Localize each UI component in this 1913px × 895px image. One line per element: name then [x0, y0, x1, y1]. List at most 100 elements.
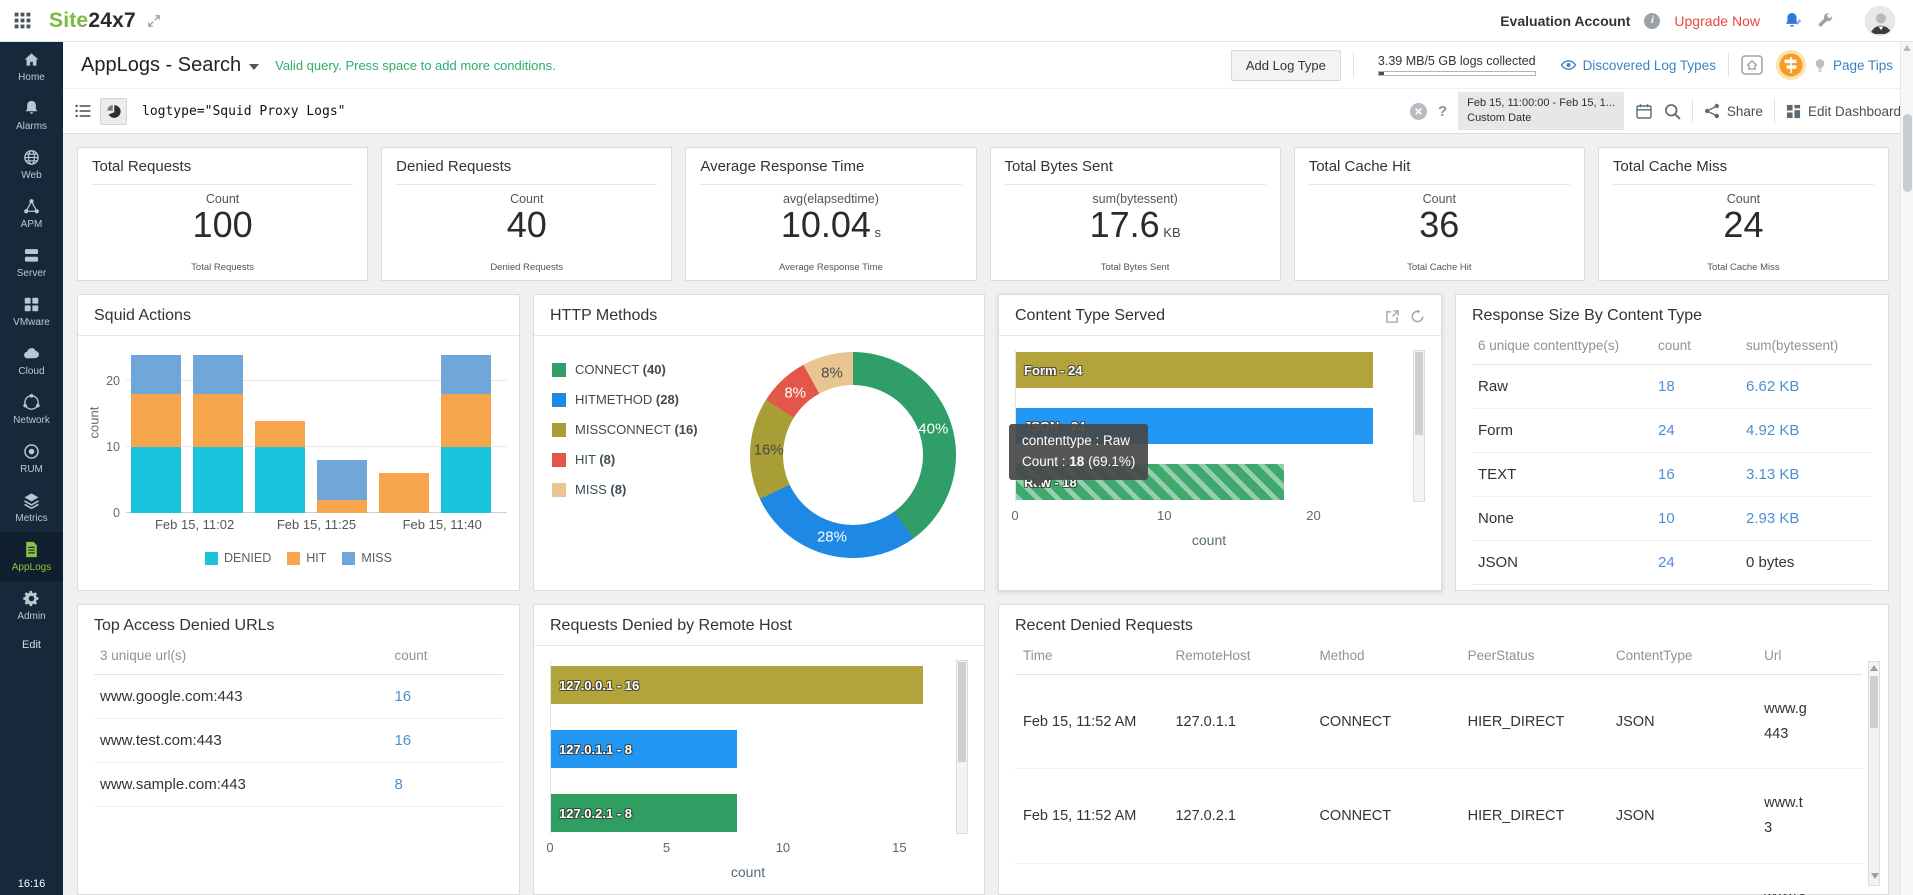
cell-link[interactable]: 8	[388, 763, 503, 807]
squid-actions-chart[interactable]: count01020	[84, 348, 507, 513]
hbar-2[interactable]: 127.0.1.1 - 8	[551, 730, 737, 768]
cell-link[interactable]: 18	[1652, 365, 1740, 409]
table-row[interactable]: Raw186.62 KB	[1472, 365, 1872, 409]
legend-item-hit[interactable]: HIT	[287, 551, 326, 565]
sidebar-item-alarms[interactable]: Alarms	[0, 91, 63, 140]
page-tips-link[interactable]: Page Tips	[1775, 49, 1893, 81]
cell-link[interactable]: 16	[1652, 453, 1740, 497]
app-launcher-icon[interactable]	[14, 12, 31, 29]
table-row[interactable]: www.test.com:44316	[94, 719, 503, 763]
legend-item-hit[interactable]: HIT (8)	[552, 452, 732, 467]
sidebar-item-home[interactable]: Home	[0, 42, 63, 91]
page-scrollbar[interactable]	[1900, 42, 1913, 895]
cell-link[interactable]: 10	[1652, 497, 1740, 541]
page-title-dropdown[interactable]: AppLogs - Search	[81, 54, 259, 77]
table-row[interactable]: JSON240 bytes	[1472, 541, 1872, 585]
legend-swatch	[552, 483, 566, 497]
legend-item-miss[interactable]: MISS	[342, 551, 392, 565]
hbar-3[interactable]: 127.0.2.1 - 8	[551, 794, 737, 832]
scroll-up-arrow[interactable]	[1870, 665, 1878, 671]
cell-link[interactable]: 3.13 KB	[1740, 453, 1872, 497]
http-methods-donut-chart[interactable]: 40%28%16%8%8%	[750, 352, 956, 558]
chart-scrollbar[interactable]	[1413, 350, 1425, 502]
remote-host-bars[interactable]: 127.0.0.1 - 16 127.0.1.1 - 8 127.0.2.1 - 8	[550, 660, 946, 834]
chart-scrollbar[interactable]	[956, 660, 968, 834]
cell-link[interactable]: 24	[1652, 541, 1740, 585]
table-row[interactable]: www.sample.com:4438	[94, 763, 503, 807]
table-row[interactable]: Feb 15, 11:52 AM127.0.1.1CONNECTHIER_DIR…	[1015, 675, 1862, 769]
cell-link[interactable]: 4.92 KB	[1740, 409, 1872, 453]
share-button[interactable]: Share	[1704, 103, 1763, 119]
sidebar-item-cloud[interactable]: Cloud	[0, 336, 63, 385]
clear-query-icon[interactable]	[1410, 103, 1427, 120]
scrollbar-thumb[interactable]	[1903, 114, 1912, 192]
x-axis-ticks: 01020	[1015, 508, 1403, 530]
sidebar-item-network[interactable]: Network	[0, 385, 63, 434]
scroll-down-arrow[interactable]	[1871, 873, 1879, 879]
cell-link[interactable]: 16	[388, 675, 503, 719]
chart-view-pie-icon[interactable]	[100, 98, 127, 125]
x-tick-label: 0	[1011, 508, 1018, 523]
tools-wrench-icon[interactable]	[1816, 11, 1835, 30]
search-icon[interactable]	[1664, 103, 1681, 120]
legend-item-missconnect[interactable]: MISSCONNECT (16)	[552, 422, 732, 437]
info-icon[interactable]: i	[1644, 13, 1660, 29]
legend-item-denied[interactable]: DENIED	[205, 551, 271, 565]
hbar-1[interactable]: Form - 24	[1016, 352, 1373, 388]
sidebar-item-server[interactable]: Server	[0, 238, 63, 287]
edit-dashboard-button[interactable]: Edit Dashboard	[1786, 104, 1901, 119]
legend-item-connect[interactable]: CONNECT (40)	[552, 362, 732, 377]
notifications-bell-icon[interactable]	[1782, 11, 1802, 31]
sidebar-item-vmware[interactable]: VMware	[0, 287, 63, 336]
user-avatar[interactable]	[1865, 6, 1895, 36]
cell-link[interactable]: 6.62 KB	[1740, 365, 1872, 409]
legend-item-hitmethod[interactable]: HITMETHOD (28)	[552, 392, 732, 407]
site24x7-logo[interactable]: Site24x7	[49, 9, 136, 33]
upgrade-now-link[interactable]: Upgrade Now	[1674, 13, 1760, 29]
table-row[interactable]: www.google.com:44316	[94, 675, 503, 719]
query-help-icon[interactable]: ?	[1438, 103, 1447, 120]
date-range-picker[interactable]: Feb 15, 11:00:00 - Feb 15, 1... Custom D…	[1458, 92, 1624, 131]
sidebar-item-admin[interactable]: Admin	[0, 581, 63, 630]
discovered-log-types-link[interactable]: Discovered Log Types	[1560, 58, 1716, 73]
table-row[interactable]: Form244.92 KB	[1472, 409, 1872, 453]
stacked-bar[interactable]	[317, 460, 367, 513]
cell: Feb 15, 11:52 AM	[1015, 675, 1167, 769]
query-input[interactable]: logtype="Squid Proxy Logs"	[142, 104, 346, 119]
hbar-1[interactable]: 127.0.0.1 - 16	[551, 666, 923, 704]
legend-item-miss[interactable]: MISS (8)	[552, 482, 732, 497]
sidebar-item-rum[interactable]: RUM	[0, 434, 63, 483]
refresh-icon[interactable]	[1410, 309, 1425, 324]
sidebar-item-apm[interactable]: APM	[0, 189, 63, 238]
legend-label: HITMETHOD (28)	[575, 392, 679, 407]
bar-segment-denied	[193, 447, 243, 513]
table-row[interactable]: TEXT163.13 KB	[1472, 453, 1872, 497]
stacked-bar[interactable]	[193, 355, 243, 513]
hbar-value-label: 127.0.1.1 - 8	[559, 742, 632, 757]
sidebar-item-applogs[interactable]: AppLogs	[0, 532, 63, 581]
fullscreen-icon[interactable]	[146, 13, 162, 29]
table-row[interactable]: None102.93 KB	[1472, 497, 1872, 541]
open-in-new-icon[interactable]	[1385, 309, 1400, 324]
cell-link[interactable]: 2.93 KB	[1740, 497, 1872, 541]
add-log-type-button[interactable]: Add Log Type	[1231, 50, 1341, 81]
stacked-bar[interactable]	[379, 473, 429, 513]
stacked-bar[interactable]	[441, 355, 491, 513]
cell-link[interactable]: 24	[1652, 409, 1740, 453]
sidebar-item-edit[interactable]: Edit	[0, 630, 63, 660]
donut-percentage-label: 40%	[918, 420, 948, 437]
table-row[interactable]: Feb 15, 11:52 AM127.0.2.1CONNECTHIER_DIR…	[1015, 769, 1862, 863]
table-row[interactable]: Feb 15, 11:52 AM127.0.3.1CONNECTHIER_DIR…	[1015, 863, 1862, 895]
table-scrollbar[interactable]	[1868, 661, 1880, 886]
saved-searches-list-icon[interactable]	[75, 103, 91, 119]
sidebar-item-metrics[interactable]: Metrics	[0, 483, 63, 532]
sidebar-item-web[interactable]: Web	[0, 140, 63, 189]
stacked-bar[interactable]	[131, 355, 181, 513]
stat-footer-label: Total Cache Miss	[1613, 262, 1874, 273]
stacked-bar[interactable]	[255, 421, 305, 513]
home-dashboard-icon[interactable]	[1741, 55, 1763, 75]
calendar-icon[interactable]	[1635, 103, 1653, 120]
x-tick-label: 0	[546, 840, 553, 855]
legend-label: MISSCONNECT (16)	[575, 422, 698, 437]
cell-link[interactable]: 16	[388, 719, 503, 763]
